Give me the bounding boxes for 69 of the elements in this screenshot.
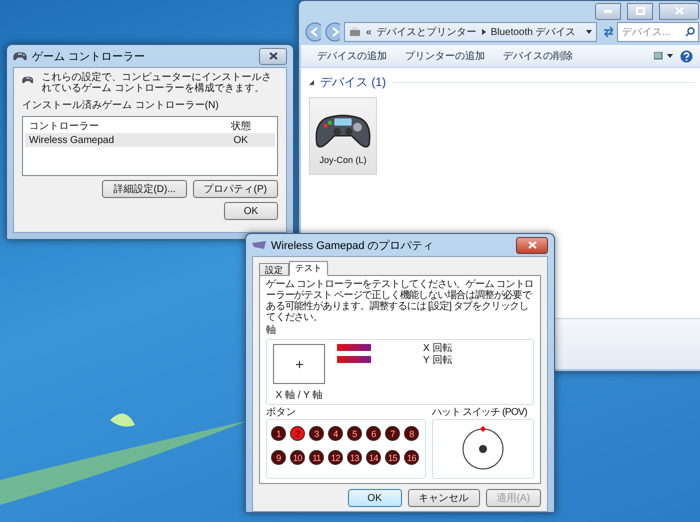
address-bar[interactable]: « デバイスとプリンター Bluetooth デバイス — [344, 22, 597, 42]
button-indicator: 1 — [271, 426, 286, 441]
axis-label: Y 回転 — [423, 356, 452, 366]
dropdown-arrow-icon — [586, 30, 592, 34]
list-cell-text: OK — [232, 134, 249, 146]
printer-icon — [349, 26, 361, 38]
maximize-button[interactable] — [627, 2, 653, 20]
ok-button[interactable]: OK — [224, 202, 278, 220]
list-label: インストール済みゲーム コントローラー(N) — [22, 98, 220, 112]
toolbar-button[interactable]: デバイスの追加 — [311, 47, 393, 65]
button-indicator: 5 — [347, 426, 362, 441]
column-header[interactable]: 状態 — [210, 119, 271, 133]
axis-label: X 回転 — [423, 344, 452, 354]
instructions-text: ゲーム コントローラーをテストしてください。ゲーム コントローラーがテスト ページで正しく機能しない場合は調整が必要である可能性があります。調整するには [設定] タブをクリックしてください。 — [266, 279, 534, 323]
view-options-icon[interactable] — [654, 52, 674, 60]
toolbar-button[interactable]: プリンターの追加 — [399, 47, 491, 65]
back-button[interactable] — [305, 22, 320, 42]
window-title: Wireless Gamepad のプロパティ — [271, 238, 435, 252]
tab[interactable]: 設定 — [259, 263, 289, 276]
dialog-button[interactable]: 詳細設定(D)... — [102, 180, 187, 198]
close-icon — [268, 52, 278, 60]
maximize-icon — [636, 7, 644, 15]
button-indicator: 7 — [385, 426, 400, 441]
dialog-button[interactable]: キャンセル — [408, 489, 480, 507]
minimize-button[interactable] — [595, 2, 621, 20]
group-label: ハット スイッチ (POV) — [432, 407, 527, 419]
breadcrumb-item[interactable]: Bluetooth デバイス — [490, 25, 576, 39]
button-indicator: 9 — [271, 450, 286, 465]
minimize-icon — [604, 10, 612, 12]
search-icon — [685, 27, 695, 37]
button-indicator: 13 — [347, 450, 362, 465]
list-row[interactable]: Wireless Gamepad OK — [25, 133, 275, 147]
forward-button[interactable] — [324, 22, 340, 42]
group-label: ボタン — [266, 407, 297, 419]
collapse-arrow-icon[interactable] — [309, 80, 314, 85]
group-heading: デバイス (1) — [320, 74, 386, 91]
toolbar-button[interactable]: デバイスの削除 — [497, 47, 579, 65]
help-icon[interactable] — [680, 50, 693, 62]
button-indicator: 11 — [309, 450, 324, 465]
button-indicator: 12 — [328, 450, 343, 465]
close-button[interactable] — [659, 2, 699, 20]
list-cell-text: Wireless Gamepad — [29, 134, 116, 146]
axis-label: X 軸 / Y 軸 — [275, 388, 323, 402]
button-indicator: 4 — [328, 426, 343, 441]
description-text: これらの設定で、コンピューターにインストールされているゲーム コントローラーを構成できます。 — [41, 72, 272, 94]
dialog-button[interactable]: プロパティ(P) — [192, 180, 278, 198]
column-header[interactable]: コントローラー — [29, 119, 210, 133]
button-indicator: 8 — [404, 426, 419, 441]
window-title: ゲーム コントローラー — [32, 50, 146, 64]
button-indicator: 16 — [404, 450, 419, 465]
button-indicator: 10 — [290, 450, 305, 465]
tab[interactable]: テスト — [289, 261, 328, 276]
button-indicator: 2 — [290, 426, 305, 441]
dialog-button[interactable]: OK — [348, 489, 402, 507]
button-indicator: 15 — [385, 450, 400, 465]
close-icon — [674, 7, 684, 15]
breadcrumb-chevron[interactable]: « — [366, 26, 372, 38]
button-indicator: 14 — [366, 450, 381, 465]
close-icon — [528, 241, 536, 249]
close-button[interactable] — [259, 48, 287, 64]
device-tile[interactable]: Joy-Con (L) — [309, 97, 377, 175]
crosshair-icon — [296, 360, 302, 368]
group-label: 軸 — [266, 325, 277, 337]
close-button[interactable] — [516, 236, 548, 254]
breadcrumb-item[interactable]: デバイスとプリンター — [376, 25, 477, 39]
button-indicator: 6 — [366, 426, 381, 441]
button-indicator: 3 — [309, 426, 324, 441]
search-field[interactable]: デバイス... — [617, 22, 699, 42]
breadcrumb-arrow-icon — [482, 29, 486, 35]
